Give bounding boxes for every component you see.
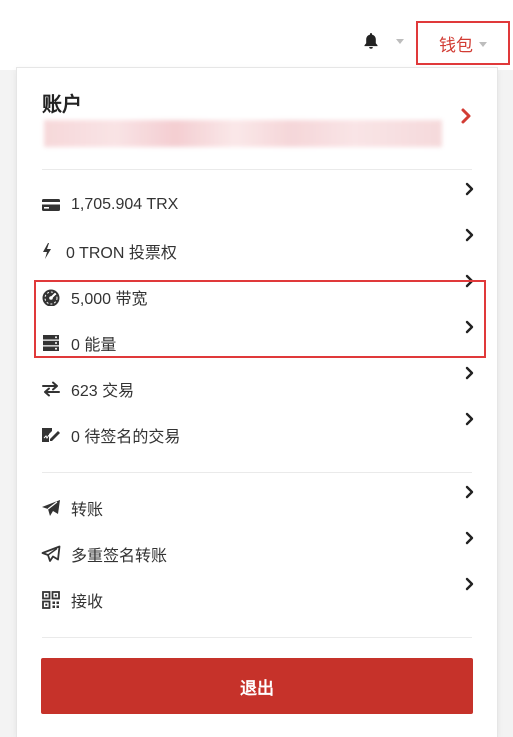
- bandwidth-item[interactable]: 5,000 带宽: [40, 274, 476, 314]
- credit-card-icon: [40, 194, 62, 216]
- balance-label: 1,705.904 TRX: [71, 196, 179, 213]
- voting-power-label: 0 TRON 投票权: [66, 245, 177, 262]
- wallet-menu-button[interactable]: 钱包: [416, 21, 510, 65]
- speedometer-icon: [40, 286, 62, 308]
- chevron-right-icon: [465, 577, 474, 591]
- transfer-label: 转账: [71, 502, 104, 519]
- logout-label: 退出: [240, 678, 274, 698]
- server-icon: [40, 332, 62, 354]
- transactions-label: 623 交易: [71, 383, 135, 400]
- transfer-item[interactable]: 转账: [40, 485, 476, 525]
- pending-signatures-label: 0 待签名的交易: [71, 429, 181, 446]
- send-icon: [40, 497, 62, 519]
- exchange-arrows-icon: [40, 378, 62, 400]
- chevron-right-icon: [465, 485, 474, 499]
- wallet-label: 钱包: [439, 35, 473, 55]
- energy-label: 0 能量: [71, 337, 117, 354]
- pending-signatures-item[interactable]: 0 待签名的交易: [40, 412, 476, 452]
- bell-icon[interactable]: [361, 31, 381, 51]
- chevron-right-icon: [465, 320, 474, 334]
- account-title: 账户: [42, 94, 82, 116]
- divider: [42, 169, 472, 170]
- logout-button[interactable]: 退出: [41, 658, 473, 714]
- chevron-down-icon: [479, 41, 487, 47]
- voting-power-item[interactable]: 0 TRON 投票权: [40, 228, 476, 268]
- chevron-right-icon: [465, 274, 474, 288]
- lightning-icon: [40, 240, 54, 262]
- account-address-redacted: [44, 120, 442, 147]
- signature-icon: [40, 424, 62, 446]
- chevron-right-icon: [465, 182, 474, 196]
- transactions-item[interactable]: 623 交易: [40, 366, 476, 406]
- energy-item[interactable]: 0 能量: [40, 320, 476, 360]
- divider: [42, 472, 472, 473]
- receive-label: 接收: [71, 594, 104, 611]
- receive-item[interactable]: 接收: [40, 577, 476, 617]
- bandwidth-label: 5,000 带宽: [71, 291, 148, 308]
- top-bar: 钱包: [0, 0, 513, 70]
- chevron-right-icon: [465, 412, 474, 426]
- chevron-down-icon[interactable]: [396, 39, 404, 44]
- chevron-right-icon: [465, 531, 474, 545]
- chevron-right-icon: [465, 228, 474, 242]
- multisig-transfer-item[interactable]: 多重签名转账: [40, 531, 476, 571]
- balance-item[interactable]: 1,705.904 TRX: [40, 182, 476, 222]
- divider: [42, 637, 472, 638]
- chevron-right-icon: [465, 366, 474, 380]
- send-outline-icon: [40, 543, 62, 565]
- chevron-right-icon[interactable]: [458, 107, 474, 125]
- multisig-transfer-label: 多重签名转账: [71, 548, 168, 565]
- qrcode-icon: [40, 589, 62, 611]
